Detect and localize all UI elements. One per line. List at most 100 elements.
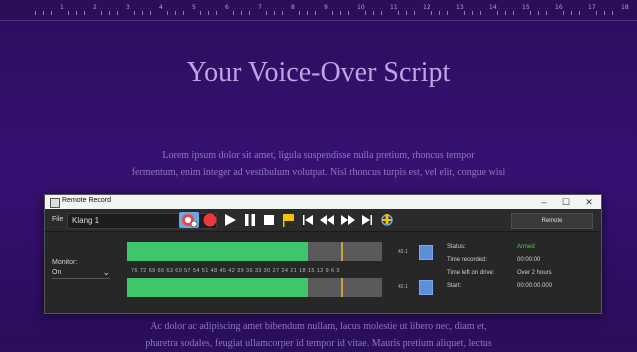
- document-title: Your Voice-Over Script: [186, 57, 451, 88]
- paragraph-2-line-1: Ac dolor ac adipiscing amet bibendum nul…: [150, 321, 487, 332]
- ruler-minor-mark: [183, 11, 184, 15]
- record-icon[interactable]: [202, 212, 218, 228]
- ruler-minor-mark: [299, 11, 300, 15]
- meter-channel-1-peak: [341, 242, 344, 261]
- ruler-minor-mark: [134, 11, 135, 15]
- ruler-minor-mark: [68, 11, 69, 15]
- ruler-minor-mark: [109, 11, 110, 15]
- window-titlebar[interactable]: Remote Record – ☐ ✕: [45, 195, 601, 209]
- ruler-minor-mark: [373, 11, 374, 15]
- close-button[interactable]: ✕: [578, 195, 600, 209]
- time-recorded-value: 00:00:00: [517, 257, 541, 263]
- rewind-icon[interactable]: [318, 212, 336, 228]
- time-left-label: Time left on drive:: [447, 270, 495, 276]
- ruler-minor-mark: [332, 11, 333, 15]
- play-icon[interactable]: [223, 212, 237, 228]
- ruler-tick-label: 11: [390, 4, 398, 11]
- ruler-tick-label: 4: [159, 4, 163, 11]
- ruler-tick-label: 9: [324, 4, 328, 11]
- source-select-value: Klang 1: [72, 216, 100, 225]
- ruler-minor-mark: [142, 11, 143, 15]
- ruler-tick-label: 13: [456, 4, 464, 11]
- ruler-minor-mark: [464, 11, 465, 15]
- ruler-minor-mark: [315, 11, 316, 15]
- ruler-minor-mark: [348, 11, 349, 15]
- ruler-minor-mark: [579, 11, 580, 15]
- paragraph-2: Ac dolor ac adipiscing amet bibendum nul…: [30, 318, 607, 352]
- ruler-minor-mark: [35, 11, 36, 15]
- ruler-minor-mark: [43, 11, 44, 15]
- ruler-tick-label: 18: [621, 4, 629, 11]
- ruler-minor-mark: [175, 11, 176, 15]
- paragraph-1-line-1: Lorem ipsum dolor sit amet, ligula suspe…: [162, 150, 475, 161]
- ruler-minor-mark: [530, 11, 531, 15]
- ruler-tick-label: 5: [192, 4, 196, 11]
- ruler-minor-mark: [150, 11, 151, 15]
- ruler-minor-mark: [439, 11, 440, 15]
- time-left-value: Over 2 hours: [517, 270, 552, 276]
- skip-to-start-icon[interactable]: [301, 212, 315, 228]
- ruler-minor-mark: [480, 11, 481, 15]
- channel-1-toggle[interactable]: [419, 245, 433, 260]
- ruler-minor-mark: [51, 11, 52, 15]
- ruler-minor-mark: [571, 11, 572, 15]
- marker-flag-icon[interactable]: [281, 212, 295, 228]
- ruler-minor-mark: [513, 11, 514, 15]
- status-label: Status:: [447, 244, 466, 250]
- meter-channel-1-fill: [127, 242, 309, 261]
- ruler-minor-mark: [596, 11, 597, 15]
- ruler-minor-mark: [538, 11, 539, 15]
- ruler-tick-label: 12: [423, 4, 431, 11]
- window-title: Remote Record: [62, 197, 112, 204]
- remote-button[interactable]: Remote: [511, 213, 593, 229]
- status-value: Armed: [517, 244, 535, 250]
- ruler-minor-mark: [200, 11, 201, 15]
- ruler-minor-mark: [381, 11, 382, 15]
- maximize-button[interactable]: ☐: [555, 195, 577, 209]
- monitor-label: Monitor:: [52, 259, 78, 266]
- time-recorded-label: Time recorded:: [447, 257, 488, 263]
- record-arm-icon[interactable]: [179, 212, 199, 228]
- meter-channel-1: [127, 242, 382, 261]
- ruler-minor-mark: [612, 11, 613, 15]
- ruler-minor-mark: [406, 11, 407, 15]
- ruler-minor-mark: [604, 11, 605, 15]
- minimize-button[interactable]: –: [533, 195, 555, 209]
- input-routing-icon[interactable]: [379, 212, 395, 228]
- ruler-tick-label: 7: [258, 4, 262, 11]
- channel-2-toggle[interactable]: [419, 280, 433, 295]
- file-label: File: [52, 216, 64, 223]
- ruler-tick-label: 17: [588, 4, 596, 11]
- meter-channel-2: [127, 278, 382, 297]
- ruler-minor-mark: [398, 11, 399, 15]
- ruler-minor-mark: [274, 11, 275, 15]
- ruler-minor-mark: [167, 11, 168, 15]
- ruler-tick-label: 3: [126, 4, 130, 11]
- ruler: 1 2 3 4 5 6 7 8 9 10 11 12 13 14 15 16 17 18: [0, 0, 637, 21]
- ruler-minor-mark: [563, 11, 564, 15]
- start-value: 00:00:00.000: [517, 283, 553, 289]
- ruler-tick-label: 14: [489, 4, 497, 11]
- ruler-minor-mark: [208, 11, 209, 15]
- ruler-minor-mark: [117, 11, 118, 15]
- stop-icon[interactable]: [262, 212, 276, 228]
- ruler-minor-mark: [101, 11, 102, 15]
- pause-icon[interactable]: [243, 212, 257, 228]
- ruler-minor-mark: [447, 11, 448, 15]
- fast-forward-icon[interactable]: [339, 212, 357, 228]
- monitor-select[interactable]: On ⌄: [52, 267, 110, 279]
- chevron-down-icon: ⌄: [102, 267, 110, 277]
- ruler-minor-mark: [307, 11, 308, 15]
- ruler-minor-mark: [505, 11, 506, 15]
- meter-channel-2-peak: [341, 278, 344, 297]
- ruler-minor-mark: [76, 11, 77, 15]
- ruler-minor-mark: [431, 11, 432, 15]
- ruler-minor-mark: [266, 11, 267, 15]
- ruler-minor-mark: [472, 11, 473, 15]
- monitor-select-value: On: [52, 269, 62, 276]
- ruler-minor-mark: [249, 11, 250, 15]
- ruler-tick-label: 16: [555, 4, 563, 11]
- remote-record-window: Remote Record – ☐ ✕ File Klang 1 ⌄: [44, 194, 602, 314]
- skip-to-end-icon[interactable]: [360, 212, 374, 228]
- meter-channel-2-fill: [127, 278, 309, 297]
